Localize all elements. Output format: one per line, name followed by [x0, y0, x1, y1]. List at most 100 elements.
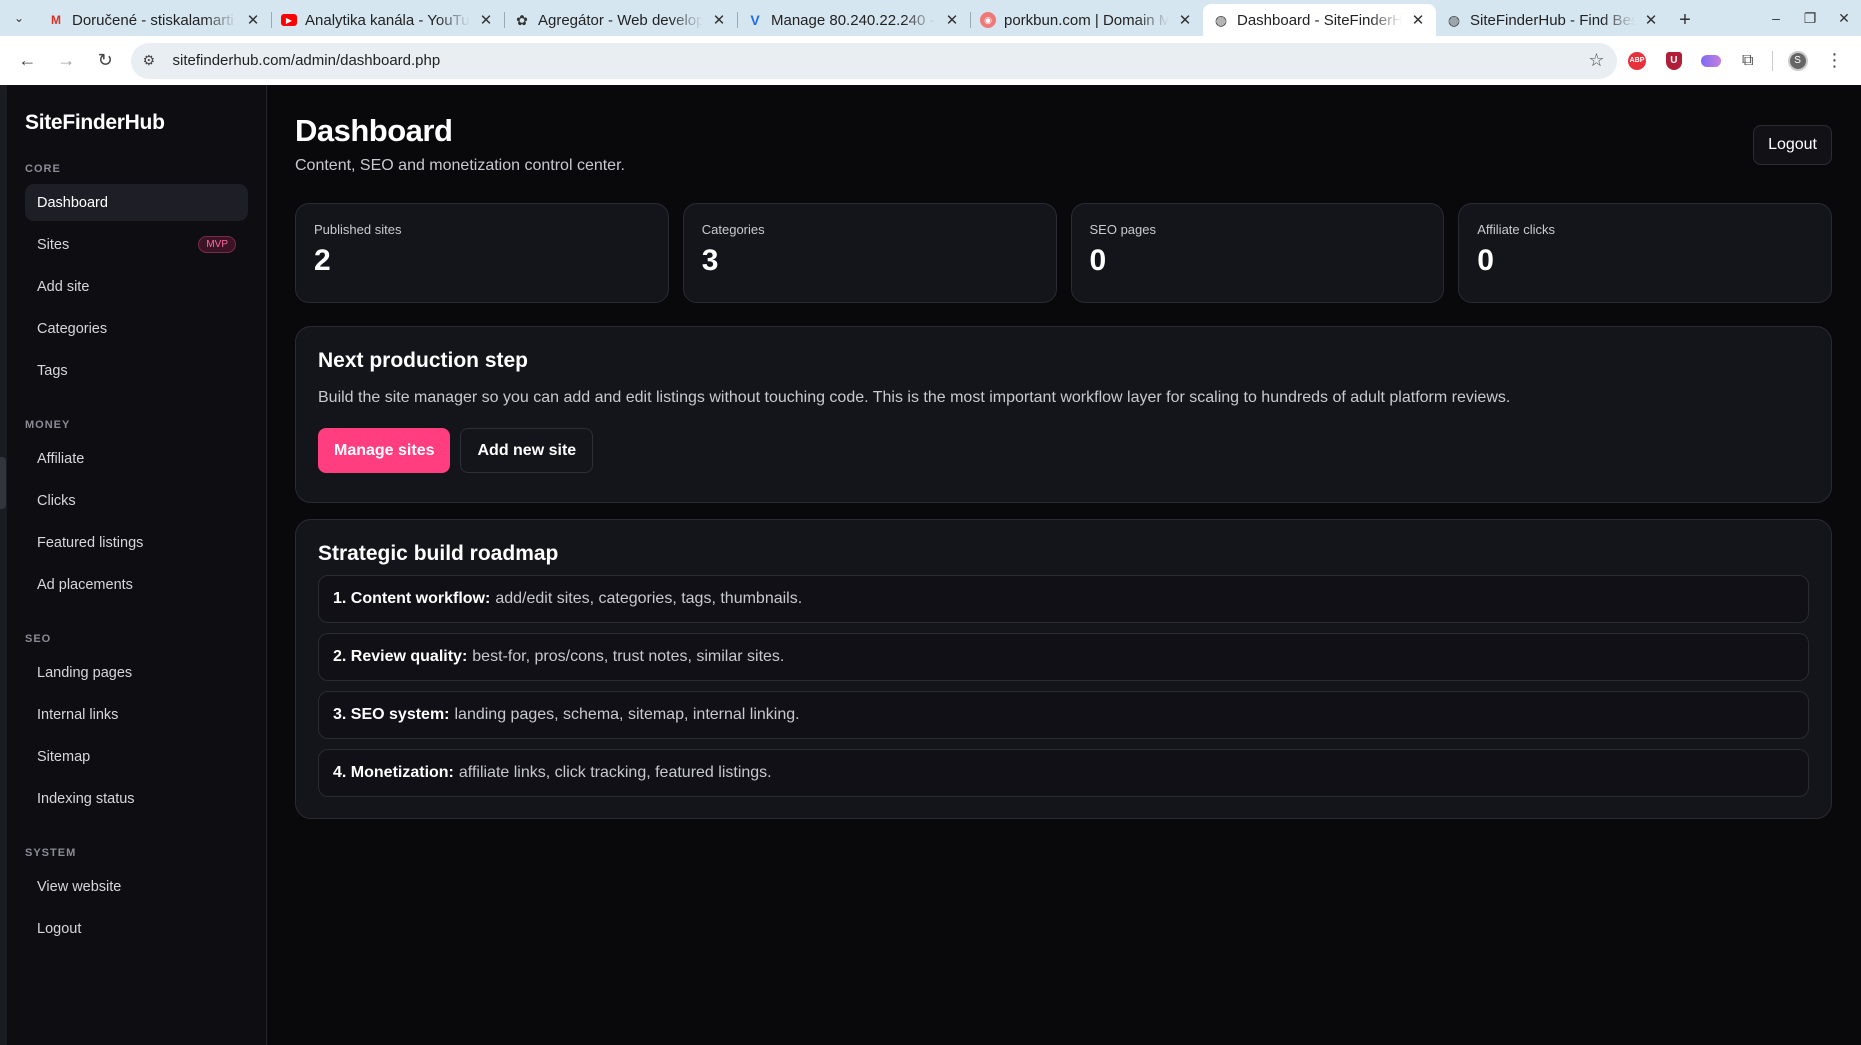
stat-value: 0 [1089, 244, 1107, 277]
gmail-icon: M [51, 13, 61, 27]
sidebar-item-dashboard[interactable]: Dashboard [25, 184, 248, 221]
browser-tab-chatgpt[interactable]: ✿ Agregátor - Web developer ✕ [504, 4, 737, 36]
roadmap-item-heading: 3. SEO system: [333, 706, 450, 723]
browser-tab-youtube[interactable]: ▶ Analytika kanála - YouTube ✕ [271, 4, 504, 36]
sidebar-item-label: Indexing status [37, 790, 135, 807]
sidebar-item-label: Categories [37, 320, 108, 337]
profile-avatar-icon[interactable]: S [1781, 44, 1814, 78]
window-edge-strip [0, 85, 7, 1045]
youtube-icon: ▶ [281, 14, 297, 26]
roadmap-item-text: affiliate links, click tracking, feature… [458, 764, 772, 781]
stat-card-published-sites: Published sites 2 [295, 203, 669, 303]
sidebar-item-landing-pages[interactable]: Landing pages [25, 654, 248, 691]
browser-menu-kebab-icon[interactable]: ⋮ [1818, 44, 1851, 78]
add-new-site-button[interactable]: Add new site [460, 428, 594, 473]
cloud-extension-icon[interactable] [1694, 44, 1727, 78]
tab-close-icon[interactable]: ✕ [1643, 11, 1659, 29]
back-arrow-icon[interactable]: ← [10, 43, 45, 79]
sidebar-item-tags[interactable]: Tags [25, 352, 248, 389]
sidebar-item-affiliate[interactable]: Affiliate [25, 440, 248, 477]
tab-close-icon[interactable]: ✕ [1177, 11, 1193, 29]
minimize-icon[interactable]: – [1759, 0, 1793, 36]
sidebar-item-sites[interactable]: Sites MVP [25, 226, 248, 263]
sidebar-section-system: SYSTEM [25, 847, 77, 859]
sidebar-item-label: Featured listings [37, 534, 144, 551]
sidebar-item-sitemap[interactable]: Sitemap [25, 738, 248, 775]
sidebar-item-view-website[interactable]: View website [25, 868, 248, 905]
roadmap-item-heading: 1. Content workflow: [333, 590, 491, 607]
logout-button[interactable]: Logout [1753, 125, 1832, 165]
strategic-roadmap-card: Strategic build roadmap 1. Content workf… [295, 519, 1832, 819]
card-title: Strategic build roadmap [318, 542, 559, 565]
card-title: Next production step [318, 349, 529, 372]
browser-tab-vultr[interactable]: V Manage 80.240.22.240 - Vultr ✕ [737, 4, 970, 36]
stat-card-categories: Categories 3 [682, 203, 1057, 303]
vultr-icon: V [750, 12, 760, 28]
tab-title: Manage 80.240.22.240 - Vultr [771, 11, 936, 29]
forward-arrow-icon[interactable]: → [49, 43, 84, 79]
sidebar-item-label: Sites [37, 236, 70, 253]
url-text[interactable]: sitefinderhub.com/admin/dashboard.php [173, 52, 1579, 69]
tab-title: Doručené - stiskalamarti [72, 11, 234, 29]
toolbar-divider [1772, 50, 1774, 71]
sidebar-item-add-site[interactable]: Add site [25, 268, 248, 305]
tab-title: porkbun.com | Domain Management [1004, 11, 1169, 29]
roadmap-item-text: add/edit sites, categories, tags, thumbn… [495, 590, 803, 607]
porkbun-icon: ◉ [980, 12, 996, 28]
stat-label: Published sites [314, 222, 402, 237]
brand-logo-text[interactable]: SiteFinderHub [25, 111, 248, 135]
next-production-step-card: Next production step Build the site mana… [295, 326, 1832, 503]
tab-search-chevron-icon[interactable]: ⌄ [0, 0, 38, 36]
sidebar-item-categories[interactable]: Categories [25, 310, 248, 347]
bookmark-star-icon[interactable]: ☆ [1588, 50, 1604, 71]
sidebar-section-money: MONEY [25, 419, 71, 431]
roadmap-item: 2. Review quality: best-for, pros/cons, … [318, 633, 1809, 681]
browser-toolbar: ← → ↻ ⚙ sitefinderhub.com/admin/dashboar… [0, 36, 1861, 85]
sidebar-item-label: Affiliate [37, 450, 85, 467]
globe-icon: ◍ [1214, 11, 1228, 28]
side-panel-handle[interactable] [0, 457, 6, 509]
site-info-icon[interactable]: ⚙ [143, 52, 163, 69]
tab-close-icon[interactable]: ✕ [944, 11, 960, 29]
sidebar-section-core: CORE [25, 163, 61, 175]
sidebar-item-label: Tags [37, 362, 68, 379]
browser-tab-porkbun[interactable]: ◉ porkbun.com | Domain Management ✕ [970, 4, 1203, 36]
tab-close-icon[interactable]: ✕ [245, 11, 261, 29]
browser-tab-dashboard[interactable]: ◍ Dashboard - SiteFinderHub ✕ [1203, 4, 1436, 36]
sidebar-item-logout[interactable]: Logout [25, 910, 248, 947]
browser-tab-strip: ⌄ M Doručené - stiskalamarti ✕ ▶ Analyti… [0, 0, 1861, 36]
sidebar-item-label: Internal links [37, 706, 119, 723]
sidebar-item-indexing-status[interactable]: Indexing status [25, 780, 248, 817]
sidebar-item-internal-links[interactable]: Internal links [25, 696, 248, 733]
roadmap-item-heading: 2. Review quality: [333, 648, 468, 665]
address-bar[interactable]: ⚙ sitefinderhub.com/admin/dashboard.php … [130, 42, 1617, 79]
card-actions: Manage sites Add new site [318, 428, 1809, 473]
ublock-origin-icon[interactable]: U [1657, 44, 1690, 78]
manage-sites-button[interactable]: Manage sites [318, 428, 451, 473]
sidebar-item-label: Logout [37, 920, 82, 937]
chatgpt-icon: ✿ [516, 11, 528, 28]
page-title: Dashboard [295, 113, 453, 148]
sidebar-item-featured-listings[interactable]: Featured listings [25, 524, 248, 561]
sidebar-section-seo: SEO [25, 633, 52, 645]
stat-value: 0 [1477, 244, 1494, 277]
reload-icon[interactable]: ↻ [88, 43, 123, 79]
new-tab-plus-icon[interactable]: + [1669, 4, 1701, 36]
tab-close-icon[interactable]: ✕ [478, 11, 494, 29]
tab-close-icon[interactable]: ✕ [711, 11, 727, 29]
browser-tab-gmail[interactable]: M Doručené - stiskalamarti ✕ [38, 4, 271, 36]
roadmap-item-text: landing pages, schema, sitemap, internal… [454, 706, 800, 723]
sidebar-item-label: View website [37, 878, 122, 895]
restore-icon[interactable]: ❐ [1793, 0, 1827, 36]
sidebar-item-ad-placements[interactable]: Ad placements [25, 566, 248, 603]
stats-row: Published sites 2 Categories 3 SEO pages… [295, 203, 1832, 303]
roadmap-item: 4. Monetization: affiliate links, click … [318, 749, 1809, 797]
sidebar-item-clicks[interactable]: Clicks [25, 482, 248, 519]
roadmap-list: 1. Content workflow: add/edit sites, cat… [318, 575, 1809, 797]
adblock-plus-icon[interactable]: ABP [1621, 44, 1654, 78]
close-window-icon[interactable]: ✕ [1827, 0, 1861, 36]
extensions-puzzle-icon[interactable]: ⧉ [1731, 44, 1764, 78]
browser-tab-sitefinderhub[interactable]: ◍ SiteFinderHub - Find Best ✕ [1436, 4, 1669, 36]
tab-close-icon[interactable]: ✕ [1410, 11, 1426, 29]
stat-label: Affiliate clicks [1477, 222, 1556, 237]
